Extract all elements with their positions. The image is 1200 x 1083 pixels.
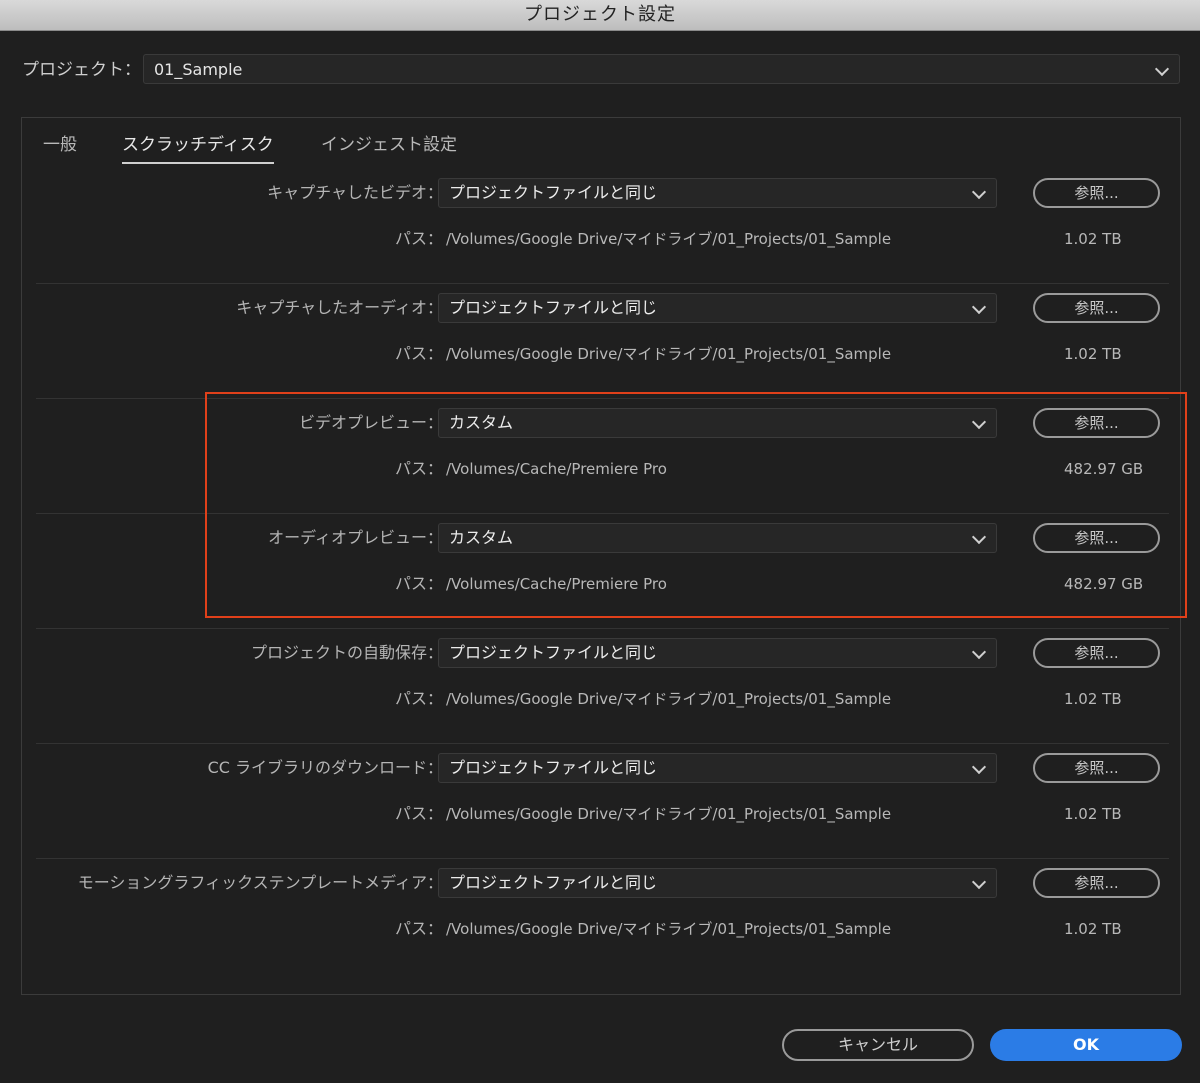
tab-scratch-disks[interactable]: スクラッチディスク [122,130,274,164]
motion-graphics-template-media-path: /Volumes/Google Drive/マイドライブ/01_Projects… [446,920,892,938]
video-preview-path: /Volumes/Cache/Premiere Pro [446,460,667,478]
captured-audio-size: 1.02 TB [1064,345,1122,363]
path-label: パス： [394,459,443,478]
cc-library-downloads-label: CC ライブラリのダウンロード： [207,758,443,777]
tab-ingest-settings[interactable]: インジェスト設定 [321,130,457,162]
section-cc-library-downloads: CC ライブラリのダウンロード： プロジェクトファイルと同じ 参照... パス：… [36,743,1169,859]
project-auto-save-label: プロジェクトの自動保存： [250,643,443,662]
captured-video-size: 1.02 TB [1064,230,1122,248]
video-preview-select[interactable]: カスタム [438,408,997,438]
chevron-down-icon [971,414,987,430]
window-title: プロジェクト設定 [0,0,1200,31]
section-video-preview: ビデオプレビュー： カスタム 参照... パス： /Volumes/Cache/… [36,398,1169,514]
audio-preview-browse-button[interactable]: 参照... [1033,523,1160,553]
video-preview-browse-button[interactable]: 参照... [1033,408,1160,438]
path-label: パス： [394,804,443,823]
video-preview-label: ビデオプレビュー： [298,413,443,432]
audio-preview-path: /Volumes/Cache/Premiere Pro [446,575,667,593]
project-auto-save-select-value: プロジェクトファイルと同じ [449,643,658,662]
captured-video-browse-button[interactable]: 参照... [1033,178,1160,208]
chevron-down-icon [971,529,987,545]
cc-library-downloads-select[interactable]: プロジェクトファイルと同じ [438,753,997,783]
video-preview-size: 482.97 GB [1064,460,1144,478]
cc-library-downloads-path: /Volumes/Google Drive/マイドライブ/01_Projects… [446,805,892,823]
section-motion-graphics-template-media: モーショングラフィックステンプレートメディア： プロジェクトファイルと同じ 参照… [36,858,1169,973]
audio-preview-select-value: カスタム [449,528,514,547]
tab-bar: 一般 スクラッチディスク インジェスト設定 [22,118,1180,168]
cc-library-downloads-size: 1.02 TB [1064,805,1122,823]
path-label: パス： [394,919,443,938]
path-label: パス： [394,344,443,363]
captured-video-path: /Volumes/Google Drive/マイドライブ/01_Projects… [446,230,892,248]
captured-audio-browse-button[interactable]: 参照... [1033,293,1160,323]
tab-general[interactable]: 一般 [43,130,77,162]
chevron-down-icon [1154,61,1170,77]
cc-library-downloads-browse-button[interactable]: 参照... [1033,753,1160,783]
chevron-down-icon [971,299,987,315]
motion-graphics-template-media-select[interactable]: プロジェクトファイルと同じ [438,868,997,898]
section-audio-preview: オーディオプレビュー： カスタム 参照... パス： /Volumes/Cach… [36,513,1169,629]
settings-panel: 一般 スクラッチディスク インジェスト設定 キャプチャしたビデオ： プロジェクト… [21,117,1181,995]
chevron-down-icon [971,759,987,775]
captured-video-label: キャプチャしたビデオ： [267,183,443,202]
audio-preview-label: オーディオプレビュー： [268,528,443,547]
path-label: パス： [394,689,443,708]
project-auto-save-browse-button[interactable]: 参照... [1033,638,1160,668]
captured-audio-select-value: プロジェクトファイルと同じ [449,298,658,317]
motion-graphics-template-media-browse-button[interactable]: 参照... [1033,868,1160,898]
cancel-button[interactable]: キャンセル [782,1029,974,1061]
project-auto-save-select[interactable]: プロジェクトファイルと同じ [438,638,997,668]
chevron-down-icon [971,874,987,890]
chevron-down-icon [971,644,987,660]
project-select[interactable]: 01_Sample [143,54,1180,84]
path-label: パス： [394,574,443,593]
video-preview-select-value: カスタム [449,413,514,432]
section-captured-video: キャプチャしたビデオ： プロジェクトファイルと同じ 参照... パス： /Vol… [36,168,1169,284]
path-label: パス： [394,229,443,248]
project-select-value: 01_Sample [154,60,243,79]
ok-button[interactable]: OK [990,1029,1182,1061]
audio-preview-size: 482.97 GB [1064,575,1144,593]
audio-preview-select[interactable]: カスタム [438,523,997,553]
section-captured-audio: キャプチャしたオーディオ： プロジェクトファイルと同じ 参照... パス： /V… [36,283,1169,399]
chevron-down-icon [971,184,987,200]
captured-video-select[interactable]: プロジェクトファイルと同じ [438,178,997,208]
captured-audio-path: /Volumes/Google Drive/マイドライブ/01_Projects… [446,345,892,363]
project-row: プロジェクト： 01_Sample [0,54,1200,86]
motion-graphics-template-media-select-value: プロジェクトファイルと同じ [449,873,658,892]
project-auto-save-path: /Volumes/Google Drive/マイドライブ/01_Projects… [446,690,892,708]
project-label: プロジェクト： [22,60,141,80]
captured-video-select-value: プロジェクトファイルと同じ [449,183,658,202]
project-auto-save-size: 1.02 TB [1064,690,1122,708]
captured-audio-label: キャプチャしたオーディオ： [236,298,443,317]
cc-library-downloads-select-value: プロジェクトファイルと同じ [449,758,658,777]
section-project-auto-save: プロジェクトの自動保存： プロジェクトファイルと同じ 参照... パス： /Vo… [36,628,1169,744]
motion-graphics-template-media-size: 1.02 TB [1064,920,1122,938]
captured-audio-select[interactable]: プロジェクトファイルと同じ [438,293,997,323]
motion-graphics-template-media-label: モーショングラフィックステンプレートメディア： [77,873,443,892]
